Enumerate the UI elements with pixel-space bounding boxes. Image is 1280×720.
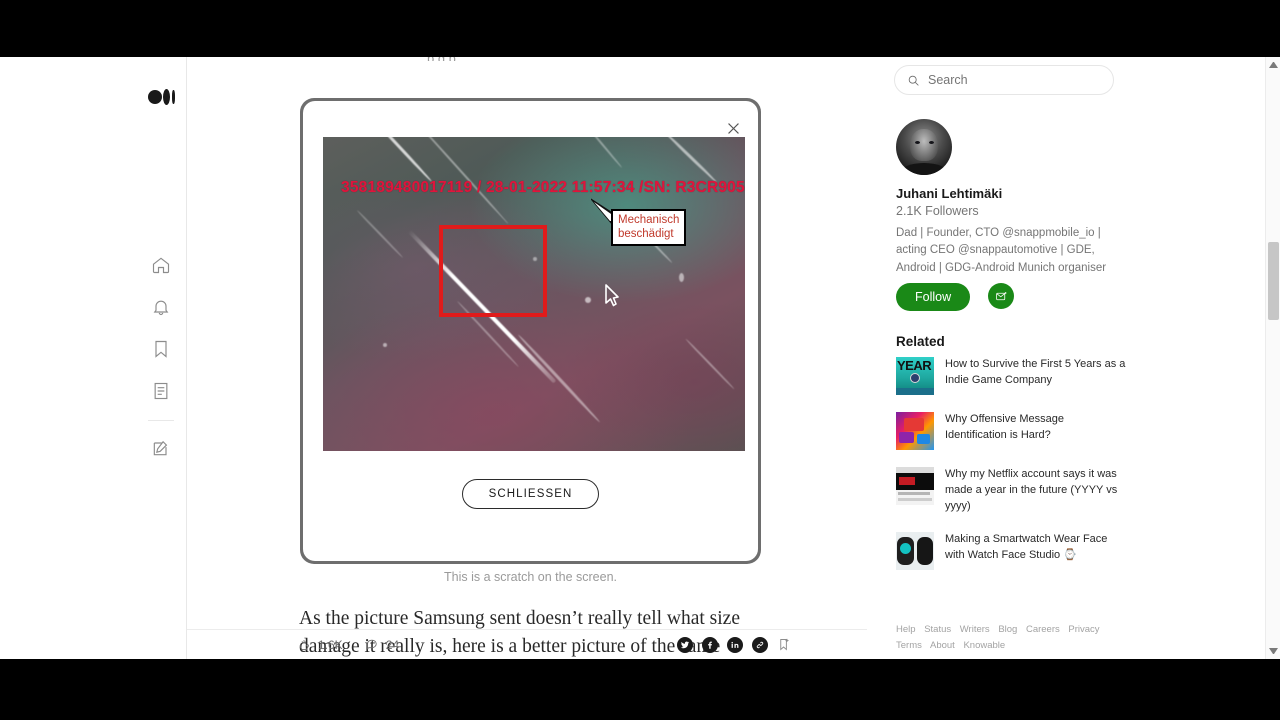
link-icon[interactable] <box>752 636 768 653</box>
engagement-left-group: 1.6K 24 <box>297 637 399 652</box>
letterbox-bottom <box>0 659 1280 720</box>
footer-link[interactable]: Status <box>924 624 951 635</box>
follow-button[interactable]: Follow <box>896 283 971 311</box>
search-box[interactable] <box>894 65 1114 95</box>
linkedin-icon[interactable] <box>727 636 743 653</box>
footer-link[interactable]: Careers <box>1026 624 1060 635</box>
nav-icon-list <box>148 252 176 477</box>
follower-count: 2.1K Followers <box>896 204 979 218</box>
comment-icon <box>366 639 377 650</box>
footer-link[interactable]: Writers <box>960 624 990 635</box>
damage-highlight-box <box>439 225 547 317</box>
scroll-up-icon[interactable] <box>1269 61 1278 68</box>
search-icon <box>908 75 919 86</box>
response-count: 24 <box>385 637 400 652</box>
related-heading: Related <box>896 334 945 349</box>
related-title: How to Survive the First 5 Years as a In… <box>945 358 1126 386</box>
clap-count: 1.6K <box>318 637 343 652</box>
article-column: p g p <box>187 57 867 659</box>
callout-line-2: beschädigt <box>618 228 674 241</box>
clap-icon <box>299 640 309 650</box>
footer-link[interactable]: Blog <box>998 624 1017 635</box>
right-sidebar: Juhani Lehtimäki 2.1K Followers Dad | Fo… <box>868 57 1280 659</box>
nav-divider <box>148 420 174 421</box>
image-caption: This is a scratch on the screen. <box>444 570 617 584</box>
footer-link[interactable]: About <box>930 640 955 651</box>
sidebar-item-notifications[interactable] <box>148 294 174 320</box>
footer-link[interactable]: Knowable <box>963 640 1005 651</box>
browser-viewport: p g p <box>0 57 1280 659</box>
related-thumbnail <box>896 467 934 505</box>
related-title: Why Offensive Message Identification is … <box>945 413 1065 441</box>
responses-button[interactable]: 24 <box>365 637 399 652</box>
related-thumbnail: YEAR <box>896 357 934 395</box>
share-group <box>677 636 792 653</box>
related-title: Making a Smartwatch Wear Face with Watch… <box>945 532 1108 561</box>
sidebar-item-stories[interactable] <box>148 378 174 404</box>
sidebar-item-bookmarks[interactable] <box>148 336 174 362</box>
related-thumbnail <box>896 412 934 450</box>
avatar[interactable] <box>896 119 952 175</box>
scroll-down-icon[interactable] <box>1269 648 1278 655</box>
lightbox-modal: 358189480017119 / 28-01-2022 11:57:34 /S… <box>300 98 761 564</box>
footer-links: Help Status Writers Blog Careers Privacy… <box>896 622 1106 654</box>
bookmark-icon[interactable] <box>777 637 792 652</box>
clap-button[interactable]: 1.6K <box>297 637 343 652</box>
medium-logo[interactable] <box>148 88 176 106</box>
page-scrollbar[interactable] <box>1265 57 1280 659</box>
damage-callout: Mechanisch beschädigt <box>611 209 687 247</box>
related-title: Why my Netflix account says it was made … <box>945 468 1118 512</box>
footer-link[interactable]: Terms <box>896 640 922 651</box>
letterbox-top <box>0 0 1280 57</box>
callout-line-1: Mechanisch <box>618 214 680 226</box>
author-bio: Dad | Founder, CTO @snappmobile_io | act… <box>896 227 1107 274</box>
left-nav-rail <box>0 57 186 659</box>
author-name[interactable]: Juhani Lehtimäki <box>896 186 1002 201</box>
mouse-cursor-icon <box>605 284 619 307</box>
list-item[interactable]: Why my Netflix account says it was made … <box>896 467 1126 515</box>
mail-icon <box>995 291 1006 300</box>
close-modal-button[interactable]: SCHLIESSEN <box>461 479 600 509</box>
screen: p g p <box>0 0 1280 720</box>
sidebar-item-home[interactable] <box>148 252 174 278</box>
close-icon[interactable] <box>720 115 746 141</box>
footer-link[interactable]: Help <box>896 624 916 635</box>
related-thumbnail <box>896 531 934 570</box>
twitter-icon[interactable] <box>677 636 693 653</box>
scratch-photo: 358189480017119 / 28-01-2022 11:57:34 /S… <box>323 137 745 451</box>
photo-overlay-text: 358189480017119 / 28-01-2022 11:57:34 /S… <box>341 179 745 196</box>
clipped-top-text: p g p <box>427 57 627 61</box>
related-list: YEAR How to Survive the First 5 Years as… <box>896 357 1126 587</box>
footer-link[interactable]: Privacy <box>1068 624 1099 635</box>
facebook-icon[interactable] <box>702 636 718 653</box>
search-input[interactable] <box>928 73 1098 87</box>
list-item[interactable]: Making a Smartwatch Wear Face with Watch… <box>896 531 1126 570</box>
scrollbar-thumb[interactable] <box>1268 242 1279 320</box>
list-item[interactable]: YEAR How to Survive the First 5 Years as… <box>896 357 1126 395</box>
sidebar-item-write[interactable] <box>148 435 174 461</box>
newsletter-subscribe-button[interactable] <box>988 283 1014 309</box>
list-item[interactable]: Why Offensive Message Identification is … <box>896 412 1126 450</box>
modal-footer: SCHLIESSEN <box>303 451 758 561</box>
engagement-bar: 1.6K 24 <box>187 630 867 659</box>
